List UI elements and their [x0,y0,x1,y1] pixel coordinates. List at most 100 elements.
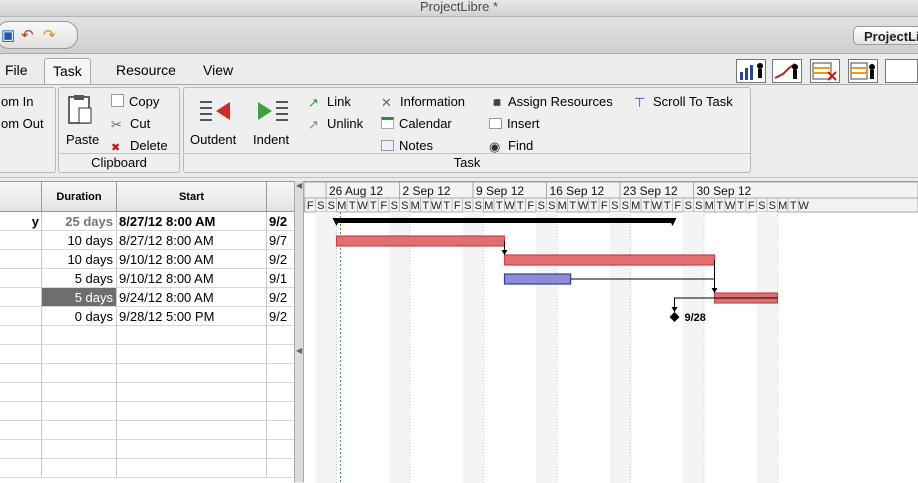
task-name-cell[interactable] [0,288,42,307]
copy-button[interactable]: Copy [111,94,159,110]
zoom-out-button[interactable]: om Out [1,116,44,132]
duration-cell[interactable] [42,383,117,402]
indent-button[interactable]: Indent [252,96,298,148]
delete-button[interactable]: ✖ Delete [111,138,168,154]
resource-usage-icon[interactable] [848,59,878,83]
link-button[interactable]: ↗ Link [308,94,351,110]
duration-cell[interactable] [42,402,117,421]
task-name-cell[interactable] [0,364,42,383]
duration-cell[interactable] [42,345,117,364]
outdent-button[interactable]: Outdent [190,96,244,148]
blank-view-button[interactable] [885,59,918,83]
start-cell[interactable]: 9/10/12 8:00 AM [117,269,267,288]
notes-button[interactable]: Notes [381,138,433,154]
start-cell[interactable] [117,364,267,383]
finish-cell[interactable]: 9/7 [267,231,294,250]
tab-file[interactable]: File [0,58,36,84]
duration-column-header[interactable]: Duration [42,182,117,212]
duration-cell[interactable]: 10 days [42,250,117,269]
finish-cell[interactable] [267,402,294,421]
duration-cell[interactable] [42,364,117,383]
name-column-header[interactable] [0,182,42,212]
start-cell[interactable] [117,421,267,440]
paste-button[interactable]: Paste [65,94,101,147]
start-cell[interactable]: 9/28/12 5:00 PM [117,307,267,326]
task-name-cell[interactable] [0,231,42,250]
project-button[interactable]: ProjectLi [853,26,918,45]
start-column-header[interactable]: Start [117,182,267,212]
tab-view[interactable]: View [195,58,241,84]
day-label: S [611,200,618,212]
task-name-cell[interactable] [0,326,42,345]
task-name-cell[interactable] [0,345,42,364]
task-name-cell[interactable] [0,250,42,269]
collapse-left-icon[interactable]: ◀ [296,181,302,190]
task-name-cell[interactable]: y [0,212,42,231]
finish-cell[interactable]: 9/1 [267,269,294,288]
task-name-cell[interactable] [0,459,42,478]
start-cell[interactable] [117,326,267,345]
start-cell[interactable]: 9/10/12 8:00 AM [117,250,267,269]
task-name-cell[interactable] [0,269,42,288]
start-cell[interactable] [117,345,267,364]
assign-resources-button[interactable]: ◾ Assign Resources [489,94,613,110]
finish-cell[interactable] [267,421,294,440]
finish-cell[interactable] [267,383,294,402]
finish-cell[interactable]: 9/2 [267,212,294,231]
start-cell[interactable] [117,459,267,478]
duration-cell[interactable] [42,440,117,459]
find-button[interactable]: ◉ Find [489,138,533,154]
insert-button[interactable]: Insert [489,116,540,132]
start-cell[interactable] [117,402,267,421]
resource-graph-icon[interactable] [772,59,802,83]
task-name-cell[interactable] [0,402,42,421]
task-name-cell[interactable] [0,421,42,440]
calendar-button[interactable]: Calendar [381,116,452,132]
finish-cell[interactable]: 9/2 [267,307,294,326]
day-label: T [790,200,797,212]
start-cell[interactable] [117,383,267,402]
finish-cell[interactable] [267,364,294,383]
zoom-in-button[interactable]: om In [1,94,34,110]
finish-cell[interactable] [267,440,294,459]
duration-cell[interactable]: 5 days [42,269,117,288]
week-label: 2 Sep 12 [403,184,451,198]
duration-cell[interactable]: 5 days [42,288,117,307]
start-cell[interactable]: 8/27/12 8:00 AM [117,212,267,231]
histogram-icon[interactable] [736,59,766,83]
task-usage-icon[interactable] [810,59,840,83]
finish-cell[interactable] [267,326,294,345]
duration-cell[interactable]: 0 days [42,307,117,326]
save-icon[interactable]: ▣ [1,26,15,44]
duration-cell[interactable] [42,421,117,440]
start-cell[interactable]: 8/27/12 8:00 AM [117,231,267,250]
day-label: M [778,200,787,212]
finish-cell[interactable] [267,459,294,478]
duration-cell[interactable] [42,459,117,478]
finish-cell[interactable]: 9/2 [267,288,294,307]
scroll-to-task-button[interactable]: ⊤ Scroll To Task [634,94,733,110]
tab-task[interactable]: Task [44,58,91,84]
start-cell[interactable]: 9/24/12 8:00 AM [117,288,267,307]
redo-icon[interactable]: ↷ [43,26,56,44]
finish-cell[interactable] [267,345,294,364]
day-label: W [505,200,516,212]
information-button[interactable]: ✕ Information [381,94,465,110]
day-label: W [358,200,369,212]
finish-column-header[interactable] [267,182,294,212]
undo-icon[interactable]: ↶ [21,26,34,44]
task-name-cell[interactable] [0,440,42,459]
duration-cell[interactable]: 25 days [42,212,117,231]
tab-resource[interactable]: Resource [108,58,184,84]
duration-cell[interactable] [42,326,117,345]
day-label: W [799,200,810,212]
task-name-cell[interactable] [0,307,42,326]
finish-cell[interactable]: 9/2 [267,250,294,269]
cut-button[interactable]: ✂ Cut [111,116,150,132]
start-cell[interactable] [117,440,267,459]
duration-cell[interactable]: 10 days [42,231,117,250]
splitter-arrow-icon[interactable]: ◀ [296,346,302,355]
unlink-button[interactable]: ↗ Unlink [308,116,363,132]
task-name-cell[interactable] [0,383,42,402]
pane-splitter[interactable]: ◀ ◀ [294,181,304,482]
